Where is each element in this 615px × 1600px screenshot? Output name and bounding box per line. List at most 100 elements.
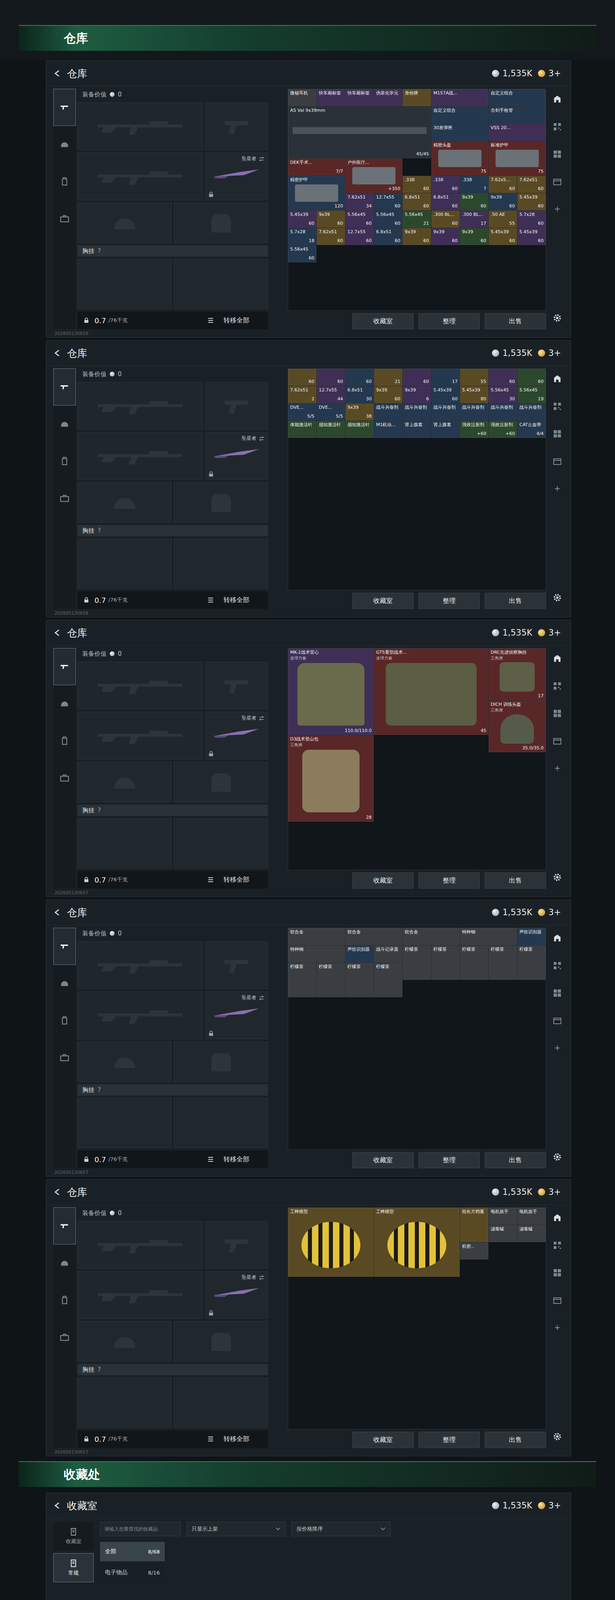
stash-item[interactable]: 感知激活针 (345, 420, 374, 438)
stash-item[interactable]: 身份牌 (402, 89, 431, 107)
stash-item[interactable]: .300 BL...17 (460, 210, 489, 228)
stash-item[interactable]: .300 BL...60 (431, 210, 460, 228)
stash-item[interactable]: 精密护甲120 (288, 175, 346, 211)
stash-item[interactable]: 战斗兴奋剂 (374, 403, 403, 421)
action-button[interactable]: 整理 (418, 592, 480, 609)
stash-item[interactable]: 精密头盔75 (431, 141, 489, 176)
box-icon[interactable] (552, 1295, 563, 1306)
grid-icon[interactable] (552, 988, 563, 998)
qr-icon[interactable] (552, 401, 563, 412)
stash-item[interactable]: 自定义组合 (488, 89, 546, 107)
list-icon[interactable] (207, 876, 214, 883)
side-tab[interactable] (53, 722, 76, 760)
armor-slot[interactable] (173, 761, 268, 803)
stash-item[interactable]: 战斗兴奋剂 (517, 403, 546, 421)
stash-item[interactable]: 5.45x3960 (488, 228, 517, 245)
stash-item[interactable]: 12.7x5560 (345, 228, 374, 245)
box-icon[interactable] (552, 736, 563, 746)
collection-nav-item[interactable]: 常规 (53, 1553, 94, 1583)
gear-icon[interactable] (552, 592, 563, 603)
armor-slot[interactable] (173, 1041, 268, 1082)
stash-item[interactable]: 5.56x4560 (374, 210, 403, 228)
knife-slot[interactable]: 坠星者 (205, 1271, 268, 1319)
stash-item[interactable]: MK-2战术背心全球力量110.0/110.0 (288, 648, 374, 735)
qr-icon[interactable] (552, 960, 563, 971)
transfer-all-button[interactable]: 转移全部 (223, 1435, 262, 1444)
knife-slot[interactable]: 坠星者 (205, 432, 268, 480)
plus-icon[interactable] (552, 1043, 563, 1053)
filter-dropdown[interactable]: 按价格降序 (291, 1521, 391, 1537)
stash-item[interactable]: 5.45x3960 (431, 386, 460, 404)
backpack-slot[interactable] (173, 818, 268, 869)
side-tab[interactable] (53, 405, 76, 443)
stash-item[interactable]: 体能激活针 (288, 420, 317, 438)
action-button[interactable]: 整理 (418, 1431, 480, 1448)
stash-item[interactable]: 柠檬茶 (402, 945, 431, 980)
gear-icon[interactable] (552, 872, 563, 883)
stash-item[interactable]: 5.7x2818 (288, 228, 317, 245)
home-icon[interactable] (552, 1213, 563, 1223)
rig-slot[interactable] (77, 1098, 172, 1149)
stash-item[interactable]: M1机动... (374, 420, 403, 438)
stash-item[interactable]: 快车厢标签 (345, 89, 374, 107)
stash-item[interactable]: 7.62x5160 (517, 175, 546, 193)
transfer-all-button[interactable]: 转移全部 (223, 1155, 262, 1164)
stash-item[interactable]: 17 (431, 368, 460, 386)
gear-icon[interactable] (552, 1431, 563, 1442)
side-tab[interactable] (53, 163, 76, 201)
primary-weapon-slot[interactable] (77, 661, 203, 710)
stash-item[interactable]: 7.62x5...60 (488, 175, 517, 193)
stash-item[interactable]: 21 (374, 368, 403, 386)
stash-item[interactable]: 6.8x5130 (345, 386, 374, 404)
collection-nav-item[interactable]: 收藏室 (53, 1521, 94, 1551)
rig-bar[interactable]: 胸挂? (77, 1084, 268, 1096)
helmet-slot[interactable] (77, 202, 172, 243)
stash-item[interactable]: 击剑手枪管 (488, 106, 546, 124)
stash-item[interactable]: 声纹识别器 (517, 928, 546, 946)
stash-item[interactable]: 9x3960 (374, 386, 403, 404)
action-button[interactable]: 整理 (418, 872, 480, 889)
stash-item[interactable]: M157A战... (431, 89, 489, 107)
action-button[interactable]: 收藏室 (352, 872, 414, 889)
armor-slot[interactable] (173, 202, 268, 243)
primary-weapon-slot[interactable] (77, 382, 203, 430)
side-tab[interactable] (53, 927, 76, 965)
stash-item[interactable]: 9x3960 (316, 210, 346, 228)
stash-item[interactable]: 5.45x3960 (517, 193, 546, 211)
stash-item[interactable]: 柠檬茶 (316, 962, 346, 998)
stash-item[interactable]: 60 (402, 368, 431, 386)
action-button[interactable]: 出售 (484, 313, 546, 330)
stash-item[interactable]: 肾上腺素 (402, 420, 431, 438)
stash-item[interactable]: .3387 (460, 175, 489, 193)
stash-item[interactable]: 柠檬茶 (431, 945, 460, 980)
back-button[interactable]: 仓库 (53, 66, 88, 81)
stash-item[interactable]: 6.8x5160 (431, 193, 460, 211)
action-button[interactable]: 整理 (418, 1152, 480, 1169)
action-button[interactable]: 出售 (484, 872, 546, 889)
side-tab[interactable] (53, 125, 76, 164)
secondary-weapon-slot[interactable] (77, 711, 203, 760)
rig-slot[interactable] (77, 538, 172, 589)
stash-item[interactable]: .33860 (431, 175, 460, 193)
box-icon[interactable] (552, 1015, 563, 1026)
side-tab[interactable] (53, 1039, 76, 1077)
swap-icon[interactable] (258, 1274, 265, 1281)
home-icon[interactable] (552, 933, 563, 944)
primary-weapon-slot[interactable] (77, 941, 203, 990)
stash-item[interactable]: DVE...5/5 (316, 403, 346, 421)
stash-item[interactable]: 机密.. (460, 1242, 489, 1260)
stash-item[interactable]: 60 (288, 368, 317, 386)
backpack-slot[interactable] (173, 259, 268, 310)
side-tab[interactable] (53, 1281, 76, 1319)
stash-item[interactable]: 9x396 (402, 386, 431, 404)
knife-slot[interactable]: 坠星者 (205, 711, 268, 760)
gear-icon[interactable] (552, 313, 563, 323)
stash-item[interactable]: 工蜂模型 (374, 1207, 460, 1277)
side-tab[interactable] (53, 759, 76, 797)
stash-item[interactable]: 9x3960 (431, 228, 460, 245)
stash-item[interactable]: 微秘耳机 (288, 89, 317, 107)
action-button[interactable]: 收藏室 (352, 313, 414, 330)
stash-item[interactable]: 强效注射剂+60 (488, 420, 517, 438)
box-icon[interactable] (552, 176, 563, 187)
box-icon[interactable] (552, 456, 563, 467)
